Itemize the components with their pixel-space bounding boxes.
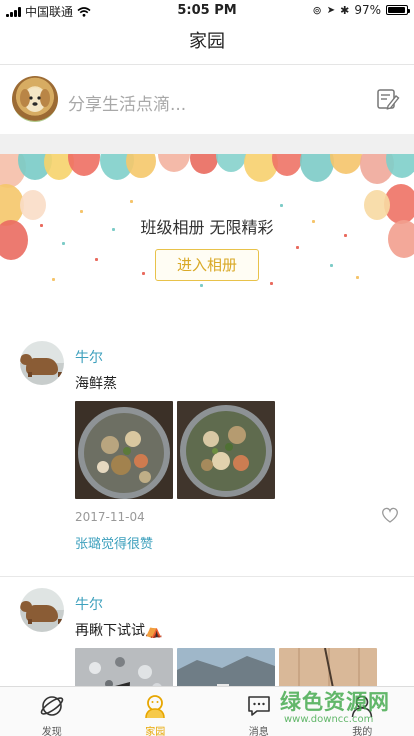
user-avatar[interactable]	[12, 76, 58, 122]
page-title: 家园	[189, 31, 225, 52]
post-author[interactable]: 牛尔	[75, 347, 103, 367]
share-row[interactable]: 分享生活点滴...	[0, 66, 414, 134]
status-bar: 中国联通 5:05 PM ⊚ ➤ ✱ 97%	[0, 0, 414, 20]
watermark-text: 绿色资源网	[280, 690, 390, 714]
post-photo[interactable]	[279, 648, 377, 686]
bear-avatar-icon	[20, 354, 62, 377]
puppy-avatar-icon	[20, 88, 50, 112]
post-date: 2017-11-04	[75, 510, 145, 524]
rotation-lock-icon: ⊚	[312, 3, 322, 17]
planet-icon	[40, 696, 64, 716]
tab-label: 发现	[41, 727, 62, 736]
tab-discover[interactable]: 发现	[0, 687, 104, 736]
section-gap	[0, 297, 414, 327]
battery-percent: 97%	[354, 3, 381, 17]
album-title: 班级相册 无限精彩	[140, 218, 274, 237]
section-separator	[0, 134, 414, 154]
post-text: 再瞅下试试⛺	[75, 623, 163, 639]
post-avatar[interactable]	[20, 341, 64, 385]
tab-home[interactable]: 家园	[104, 687, 208, 736]
album-banner[interactable]: 班级相册 无限精彩 进入相册	[0, 154, 414, 297]
nav-bar: 家园	[0, 20, 414, 65]
edit-icon[interactable]	[376, 87, 400, 111]
post-like-text[interactable]: 张璐觉得很赞	[75, 533, 153, 552]
watermark: 绿色资源网 www.downcc.com	[280, 686, 390, 725]
feed-post: 牛尔 海鲜蒸 2017-11-04 张璐觉得很赞	[0, 341, 414, 577]
status-right: ⊚ ➤ ✱ 97%	[312, 3, 410, 17]
feed-post: 牛尔 再瞅下试试⛺	[0, 588, 414, 686]
enter-album-button[interactable]: 进入相册	[155, 249, 259, 281]
battery-fill	[388, 7, 406, 13]
location-icon: ➤	[326, 4, 336, 16]
post-avatar[interactable]	[20, 588, 64, 632]
post-photo[interactable]	[177, 648, 275, 686]
battery-icon	[386, 5, 410, 15]
post-text: 海鲜蒸	[75, 376, 117, 392]
bluetooth-icon: ✱	[340, 3, 350, 17]
tab-label: 家园	[145, 727, 166, 736]
post-photo[interactable]	[177, 401, 275, 499]
bear-avatar-icon	[20, 601, 62, 624]
message-icon	[247, 696, 270, 716]
home-icon	[145, 695, 166, 719]
post-author[interactable]: 牛尔	[75, 594, 103, 614]
post-photo[interactable]	[75, 401, 173, 499]
share-input[interactable]: 分享生活点滴...	[68, 90, 186, 115]
heart-icon[interactable]	[381, 507, 399, 523]
post-photo[interactable]	[75, 648, 173, 686]
post-divider	[0, 576, 414, 577]
